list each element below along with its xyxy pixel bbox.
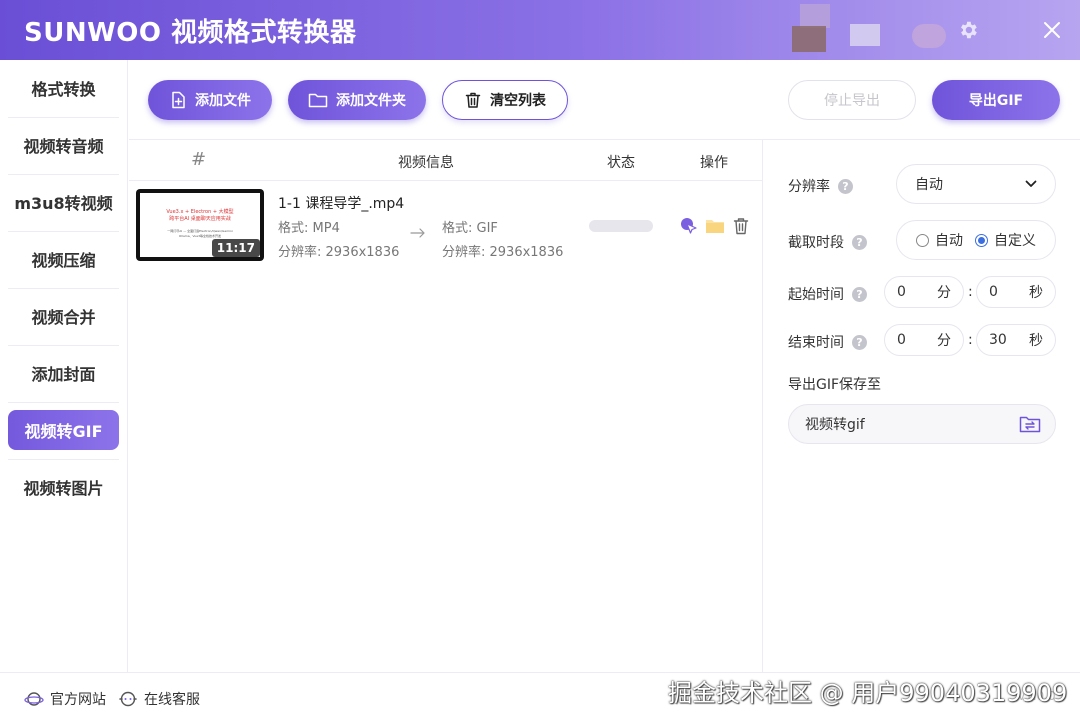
radio-button-custom[interactable]: [975, 233, 988, 247]
export-gif-button[interactable]: 导出GIF: [932, 80, 1060, 120]
resolution-label: 分辨率 ?: [788, 176, 853, 196]
header-index: #: [191, 149, 207, 170]
header-status: 状态: [607, 155, 635, 171]
header-actions: 操作: [700, 155, 728, 171]
support-icon: [119, 691, 137, 707]
time-separator: :: [968, 284, 973, 300]
folder-swap-icon[interactable]: [1019, 415, 1041, 433]
sidebar-item-format-convert[interactable]: 格式转换: [8, 68, 119, 108]
sidebar-item-video-compress[interactable]: 视频压缩: [8, 239, 119, 279]
video-duration: 11:17: [211, 239, 260, 257]
header-video-info: 视频信息: [398, 155, 454, 171]
crop-button[interactable]: [678, 215, 700, 237]
clip-label: 截取时段 ?: [788, 232, 867, 252]
official-website-link[interactable]: 官方网站: [24, 689, 106, 709]
title-bar: SUNWOO 视频格式转换器: [0, 0, 1080, 60]
toolbar: 添加文件 添加文件夹 清空列表 停止导出 导出GIF: [129, 60, 1080, 140]
planet-icon: [24, 692, 44, 706]
settings-button[interactable]: [954, 16, 982, 44]
sidebar-divider: [8, 231, 119, 232]
sidebar-item-video-to-audio[interactable]: 视频转音频: [8, 125, 119, 165]
list-header: # 视频信息 状态 操作: [129, 140, 763, 181]
resolution-select[interactable]: 自动: [896, 164, 1056, 204]
start-minutes-input[interactable]: [897, 284, 927, 300]
progress-bar: [589, 220, 653, 232]
arrow-right-icon: [410, 228, 425, 238]
help-icon[interactable]: ?: [852, 286, 867, 302]
sidebar-divider: [8, 174, 119, 175]
save-path-value: 视频转gif: [805, 417, 865, 433]
sidebar-item-video-to-gif[interactable]: 视频转GIF: [8, 410, 119, 450]
end-time-label: 结束时间 ?: [788, 332, 867, 352]
sidebar-divider: [8, 345, 119, 346]
user-avatar[interactable]: [792, 4, 946, 52]
chevron-down-icon: [1025, 180, 1037, 187]
table-row[interactable]: Vue3.x + Electron + 大模型 跨平台AI 桌面聊天应用实战 一…: [129, 181, 763, 269]
folder-icon: [706, 220, 724, 233]
add-file-label: 添加文件: [195, 93, 251, 109]
sidebar-divider: [8, 459, 119, 460]
magic-cursor-icon: [681, 218, 697, 234]
app-window: SUNWOO 视频格式转换器 格式转换 视频转音频 m3u8转视频 视频压缩 视…: [0, 0, 1080, 720]
clear-list-button[interactable]: 清空列表: [442, 80, 568, 120]
sidebar: 格式转换 视频转音频 m3u8转视频 视频压缩 视频合并 添加封面 视频转GIF…: [0, 60, 128, 672]
file-list: # 视频信息 状态 操作 Vue3.x + Electron + 大模型 跨平台…: [129, 140, 763, 672]
end-minutes-field[interactable]: 分: [884, 324, 964, 356]
add-file-icon: [172, 91, 185, 109]
sidebar-item-video-merge[interactable]: 视频合并: [8, 296, 119, 336]
watermark-text: 掘金技术社区 @ 用户99040319909: [668, 679, 1068, 707]
save-path-label: 导出GIF保存至: [788, 377, 882, 393]
clear-list-label: 清空列表: [490, 93, 546, 109]
online-support-link[interactable]: 在线客服: [118, 689, 200, 709]
footer: 官方网站 在线客服 v1.0.0 掘金技术社区 @ 用户99040319909: [0, 672, 1080, 720]
target-format: 格式: GIF: [442, 221, 498, 236]
settings-panel: 分辨率 ? 自动 截取时段 ? 自动 自定义 起始时间 ? 0 分: 0 秒 …: [764, 140, 1080, 672]
video-filename: 1-1 课程导学_.mp4: [278, 196, 405, 212]
video-thumbnail: Vue3.x + Electron + 大模型 跨平台AI 桌面聊天应用实战 一…: [136, 189, 264, 261]
clip-auto-radio[interactable]: 自动: [916, 230, 963, 250]
source-resolution: 分辨率: 2936x1836: [278, 245, 400, 260]
close-icon: [1044, 22, 1060, 38]
trash-icon: [733, 218, 749, 235]
trash-icon: [465, 92, 481, 108]
close-button[interactable]: [1038, 16, 1066, 44]
help-icon[interactable]: ?: [838, 178, 853, 194]
start-seconds-input[interactable]: [989, 284, 1019, 300]
resolution-value: 自动: [915, 177, 943, 193]
end-seconds-input[interactable]: [989, 332, 1019, 348]
stop-export-button[interactable]: 停止导出: [788, 80, 916, 120]
start-seconds-field[interactable]: 秒: [976, 276, 1056, 308]
app-logo: SUNWOO 视频格式转换器: [24, 17, 357, 48]
clip-custom-radio[interactable]: 自定义: [975, 230, 1036, 250]
sidebar-divider: [8, 117, 119, 118]
source-format: 格式: MP4: [278, 221, 340, 236]
clip-mode-group: 自动 自定义: [896, 220, 1056, 260]
end-minutes-input[interactable]: [897, 332, 927, 348]
sidebar-item-video-to-image[interactable]: 视频转图片: [8, 467, 119, 507]
start-minutes-field[interactable]: 分: [884, 276, 964, 308]
end-seconds-field[interactable]: 秒: [976, 324, 1056, 356]
save-path-field[interactable]: 视频转gif: [788, 404, 1056, 444]
sidebar-divider: [8, 288, 119, 289]
add-folder-button[interactable]: 添加文件夹: [288, 80, 426, 120]
delete-button[interactable]: [730, 215, 752, 237]
sidebar-item-m3u8-to-video[interactable]: m3u8转视频: [8, 182, 119, 222]
help-icon[interactable]: ?: [852, 334, 867, 350]
radio-button-auto[interactable]: [916, 233, 929, 247]
time-separator: :: [968, 332, 973, 348]
open-folder-button[interactable]: [704, 215, 726, 237]
gear-icon: [961, 21, 977, 39]
sidebar-divider: [8, 402, 119, 403]
help-icon[interactable]: ?: [852, 234, 867, 250]
thumb-subtitle: 一网打尽AI — 全面打造Electron/Qwen/Gemini Ollama…: [167, 229, 233, 238]
sidebar-item-add-cover[interactable]: 添加封面: [8, 353, 119, 393]
start-time-label: 起始时间 ?: [788, 284, 867, 304]
target-resolution: 分辨率: 2936x1836: [442, 245, 564, 260]
thumb-title: Vue3.x + Electron + 大模型 跨平台AI 桌面聊天应用实战: [166, 209, 234, 222]
add-file-button[interactable]: 添加文件: [148, 80, 272, 120]
folder-icon: [308, 93, 328, 108]
add-folder-label: 添加文件夹: [336, 93, 406, 109]
